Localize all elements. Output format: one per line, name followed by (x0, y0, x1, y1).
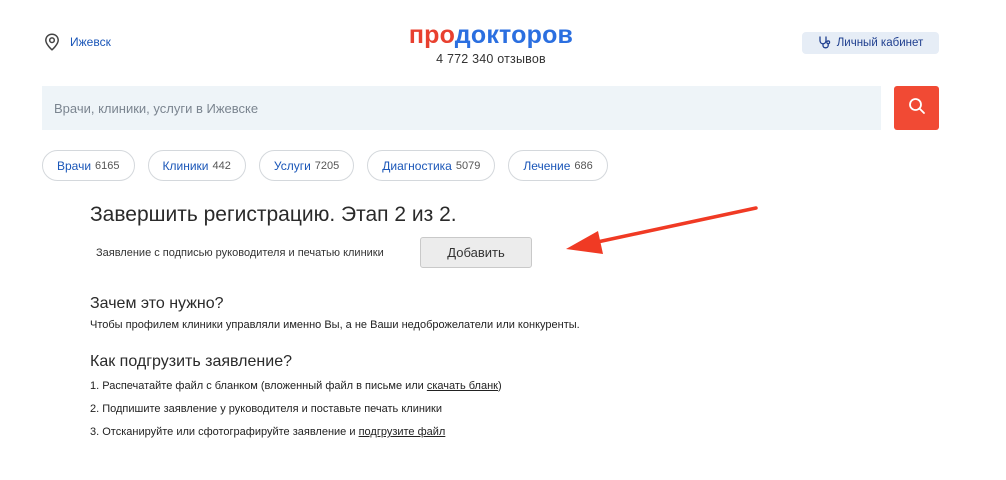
chip-count: 5079 (455, 159, 481, 172)
chip-treatment[interactable]: Лечение 686 (508, 150, 608, 181)
chip-services[interactable]: Услуги 7205 (258, 150, 355, 181)
step-1: 1. Распечатайте файл с бланком (вложенны… (90, 380, 502, 392)
step-2: 2. Подпишите заявление у руководителя и … (90, 403, 442, 415)
step-1-end: ) (497, 380, 502, 392)
add-document-button[interactable]: Добавить (420, 237, 532, 268)
chip-label: Лечение (523, 158, 571, 173)
city-name[interactable]: Ижевск (70, 35, 111, 49)
chip-diagnostics[interactable]: Диагностика 5079 (367, 150, 496, 181)
how-heading: Как подгрузить заявление? (90, 353, 292, 370)
stethoscope-icon (818, 35, 831, 52)
registration-title: Завершить регистрацию. Этап 2 из 2. (90, 203, 457, 226)
search-input[interactable] (42, 86, 881, 130)
category-chips: Врачи 6165 Клиники 442 Услуги 7205 Диагн… (42, 150, 608, 181)
page: Ижевск продокторов 4 772 340 отзывов Лич… (0, 0, 1006, 480)
why-text: Чтобы профилем клиники управляли именно … (90, 319, 580, 331)
personal-account-label: Личный кабинет (836, 37, 924, 49)
logo-part-doktorov: докторов (454, 21, 574, 49)
reviews-count: 4 772 340 отзывов (436, 52, 546, 66)
chip-label: Клиники (162, 158, 209, 173)
location-pin-icon (44, 33, 60, 51)
chip-label: Диагностика (382, 158, 452, 173)
why-heading: Зачем это нужно? (90, 295, 224, 312)
annotation-arrow-icon (566, 206, 758, 254)
download-form-link[interactable]: скачать бланк (427, 380, 498, 392)
chip-count: 686 (574, 159, 593, 172)
search-icon (908, 97, 926, 120)
logo[interactable]: продокторов 4 772 340 отзывов (398, 20, 584, 66)
chip-label: Услуги (273, 158, 311, 173)
logo-part-pro: про (408, 21, 455, 49)
step-2-text: 2. Подпишите заявление у руководителя и … (90, 403, 443, 415)
chip-count: 442 (212, 159, 231, 172)
step-3-text: 3. Отсканируйте или сфотографируйте заяв… (90, 426, 359, 438)
chip-label: Врачи (57, 158, 92, 173)
chip-clinics[interactable]: Клиники 442 (147, 150, 246, 181)
step-1-text: 1. Распечатайте файл с бланком (вложенны… (90, 380, 427, 392)
logo-text[interactable]: продокторов (398, 20, 584, 50)
city-selector[interactable]: Ижевск (44, 33, 111, 51)
personal-account-button[interactable]: Личный кабинет (802, 32, 939, 54)
step-3: 3. Отсканируйте или сфотографируйте заяв… (90, 426, 445, 438)
chip-doctors[interactable]: Врачи 6165 (42, 150, 135, 181)
chip-count: 7205 (314, 159, 340, 172)
document-label: Заявление с подписью руководителя и печа… (96, 247, 384, 259)
upload-file-link[interactable]: подгрузите файл (359, 426, 446, 438)
search-button[interactable] (894, 86, 939, 130)
chip-count: 6165 (95, 159, 120, 172)
